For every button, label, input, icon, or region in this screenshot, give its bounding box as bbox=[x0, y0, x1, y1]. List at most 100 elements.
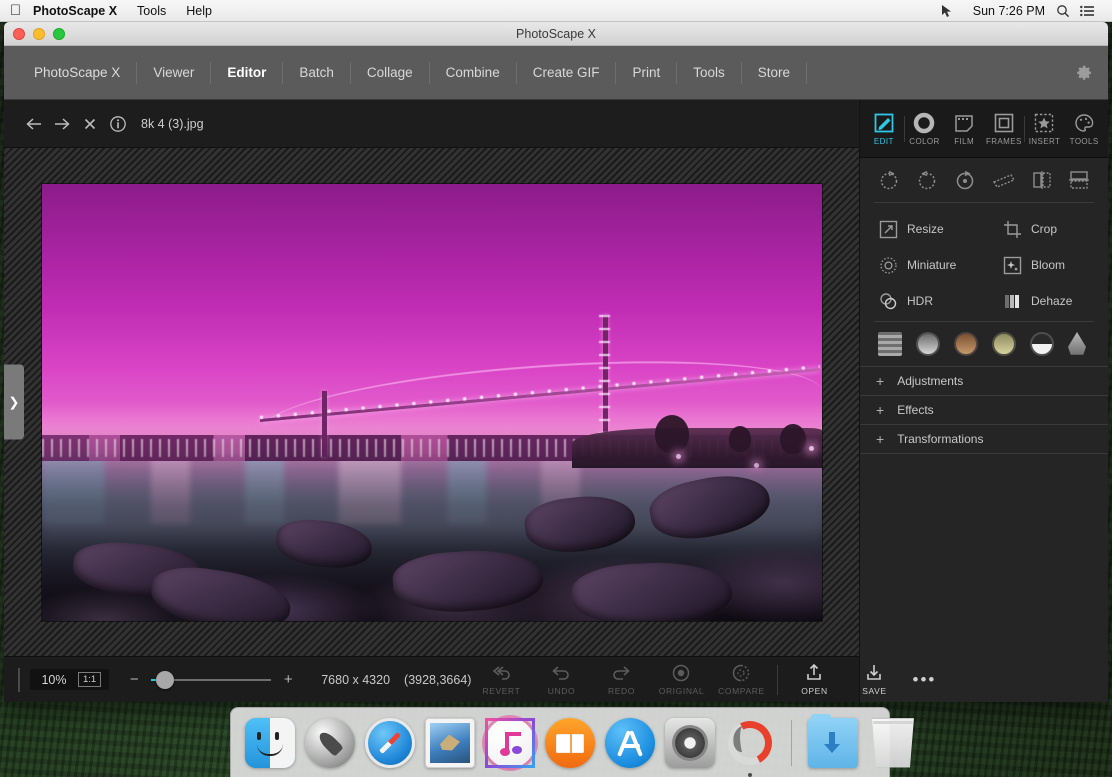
dock-item-system-preferences[interactable] bbox=[665, 718, 715, 768]
zoom-slider[interactable]: − + bbox=[127, 671, 295, 688]
blackwhite-swatch[interactable] bbox=[1030, 332, 1054, 356]
nav-item-editor[interactable]: Editor bbox=[211, 62, 283, 84]
zoom-percent-label[interactable]: 10% bbox=[38, 673, 70, 687]
rotate-tool-row bbox=[860, 158, 1108, 202]
dock-divider bbox=[791, 720, 792, 766]
levels-icon[interactable] bbox=[878, 332, 902, 356]
menu-item-tools[interactable]: Tools bbox=[127, 0, 176, 22]
water-drop-icon[interactable] bbox=[1068, 332, 1086, 356]
tab-edit[interactable]: EDIT bbox=[864, 112, 904, 146]
filter-swatch-row bbox=[860, 322, 1108, 366]
tool-bloom[interactable]: Bloom bbox=[984, 247, 1108, 283]
nav-item-store[interactable]: Store bbox=[742, 62, 807, 84]
dock-item-time-machine[interactable] bbox=[725, 718, 775, 768]
compare-button[interactable]: COMPARE bbox=[711, 663, 771, 696]
tool-miniature[interactable]: Miniature bbox=[860, 247, 984, 283]
more-options-button[interactable]: ••• bbox=[904, 670, 944, 690]
sepia-swatch[interactable] bbox=[954, 332, 978, 356]
flip-vertical-icon[interactable] bbox=[1067, 169, 1091, 191]
vintage-swatch[interactable] bbox=[992, 332, 1016, 356]
nav-item-photoscape-x[interactable]: PhotoScape X bbox=[18, 62, 137, 84]
canvas-column: 8k 4 (3).jpg bbox=[4, 100, 859, 702]
list-icon[interactable] bbox=[1080, 5, 1102, 17]
nav-item-print[interactable]: Print bbox=[616, 62, 677, 84]
miniature-icon bbox=[878, 255, 898, 275]
chevron-right-icon[interactable]: ❯ bbox=[4, 365, 24, 440]
photoscape-window: PhotoScape X PhotoScape X Viewer Editor … bbox=[4, 22, 1108, 702]
menu-clock[interactable]: Sun 7:26 PM bbox=[964, 0, 1054, 22]
grayscale-swatch[interactable] bbox=[916, 332, 940, 356]
dock-item-launchpad[interactable] bbox=[305, 718, 355, 768]
nav-item-combine[interactable]: Combine bbox=[430, 62, 517, 84]
window-title: PhotoScape X bbox=[4, 27, 1108, 41]
tool-dehaze[interactable]: Dehaze bbox=[984, 283, 1108, 319]
tab-film[interactable]: FILM bbox=[944, 112, 984, 146]
dock-item-mail[interactable] bbox=[425, 718, 475, 768]
revert-button[interactable]: REVERT bbox=[471, 663, 531, 696]
rotate-right-icon[interactable] bbox=[877, 168, 901, 192]
photo-tower-lights bbox=[599, 315, 610, 446]
image-dimensions: 7680 x 4320 bbox=[321, 673, 390, 687]
flip-horizontal-icon[interactable] bbox=[1031, 168, 1053, 192]
file-toolbar: 8k 4 (3).jpg bbox=[4, 100, 859, 148]
crop-icon bbox=[1002, 219, 1022, 239]
tab-frames-label: FRAMES bbox=[986, 137, 1022, 146]
nav-item-batch[interactable]: Batch bbox=[283, 62, 351, 84]
nav-item-collage[interactable]: Collage bbox=[351, 62, 430, 84]
zoom-slider-track[interactable] bbox=[151, 679, 271, 681]
nav-item-tools[interactable]: Tools bbox=[677, 62, 742, 84]
arrow-right-icon[interactable] bbox=[48, 110, 76, 138]
gear-icon[interactable] bbox=[1072, 62, 1094, 84]
info-icon[interactable] bbox=[104, 110, 132, 138]
photo-preview[interactable] bbox=[42, 184, 822, 621]
dock-item-downloads-folder[interactable] bbox=[808, 718, 858, 768]
pointer-icon[interactable] bbox=[940, 4, 962, 18]
arrow-left-icon[interactable] bbox=[20, 110, 48, 138]
undo-button[interactable]: UNDO bbox=[531, 663, 591, 696]
transparency-checker-icon[interactable] bbox=[18, 668, 20, 692]
tool-resize-label: Resize bbox=[907, 222, 944, 236]
tool-crop-label: Crop bbox=[1031, 222, 1057, 236]
dock-item-safari[interactable] bbox=[365, 718, 415, 768]
tab-tools[interactable]: TOOLS bbox=[1064, 112, 1104, 146]
zoom-group: 10% 1:1 bbox=[30, 669, 109, 691]
menu-item-help[interactable]: Help bbox=[176, 0, 222, 22]
accordion-effects[interactable]: + Effects bbox=[860, 396, 1108, 425]
search-icon[interactable] bbox=[1056, 4, 1078, 18]
nav-item-create-gif[interactable]: Create GIF bbox=[517, 62, 617, 84]
tab-color[interactable]: COLOR bbox=[905, 112, 945, 146]
apple-logo-icon[interactable]:  bbox=[8, 0, 23, 22]
nav-item-viewer[interactable]: Viewer bbox=[137, 62, 211, 84]
cursor-coordinates: (3928,3664) bbox=[404, 673, 471, 687]
zoom-slider-knob[interactable] bbox=[156, 671, 174, 689]
tab-frames[interactable]: FRAMES bbox=[984, 112, 1024, 146]
perspective-icon[interactable] bbox=[991, 168, 1017, 192]
window-titlebar: PhotoScape X bbox=[4, 22, 1108, 46]
original-button[interactable]: ORIGINAL bbox=[651, 663, 711, 696]
zoom-out-button[interactable]: − bbox=[127, 671, 141, 688]
tool-hdr[interactable]: HDR bbox=[860, 283, 984, 319]
open-button[interactable]: OPEN bbox=[784, 663, 844, 696]
accordion-adjustments[interactable]: + Adjustments bbox=[860, 367, 1108, 396]
dock-item-finder[interactable] bbox=[245, 718, 295, 768]
tool-resize[interactable]: Resize bbox=[860, 211, 984, 247]
zoom-in-button[interactable]: + bbox=[281, 671, 295, 688]
save-button[interactable]: SAVE bbox=[844, 663, 904, 696]
image-canvas[interactable]: ❯ bbox=[4, 148, 859, 656]
one-to-one-button[interactable]: 1:1 bbox=[78, 672, 101, 688]
action-buttons: REVERT UNDO REDO ORIGINAL bbox=[471, 663, 944, 696]
dock-item-itunes[interactable] bbox=[485, 718, 535, 768]
redo-button[interactable]: REDO bbox=[591, 663, 651, 696]
tab-insert[interactable]: INSERT bbox=[1025, 112, 1065, 146]
free-rotate-icon[interactable] bbox=[953, 168, 977, 192]
save-label: SAVE bbox=[862, 686, 886, 696]
rotate-left-icon[interactable] bbox=[915, 168, 939, 192]
close-icon[interactable] bbox=[76, 110, 104, 138]
main-nav-bar: PhotoScape X Viewer Editor Batch Collage… bbox=[4, 46, 1108, 100]
tool-crop[interactable]: Crop bbox=[984, 211, 1108, 247]
menu-app-name[interactable]: PhotoScape X bbox=[23, 0, 127, 22]
accordion-transformations[interactable]: + Transformations bbox=[860, 425, 1108, 454]
dock-item-app-store[interactable] bbox=[605, 718, 655, 768]
dock-item-ibooks[interactable] bbox=[545, 718, 595, 768]
dock-item-trash[interactable] bbox=[868, 718, 918, 768]
